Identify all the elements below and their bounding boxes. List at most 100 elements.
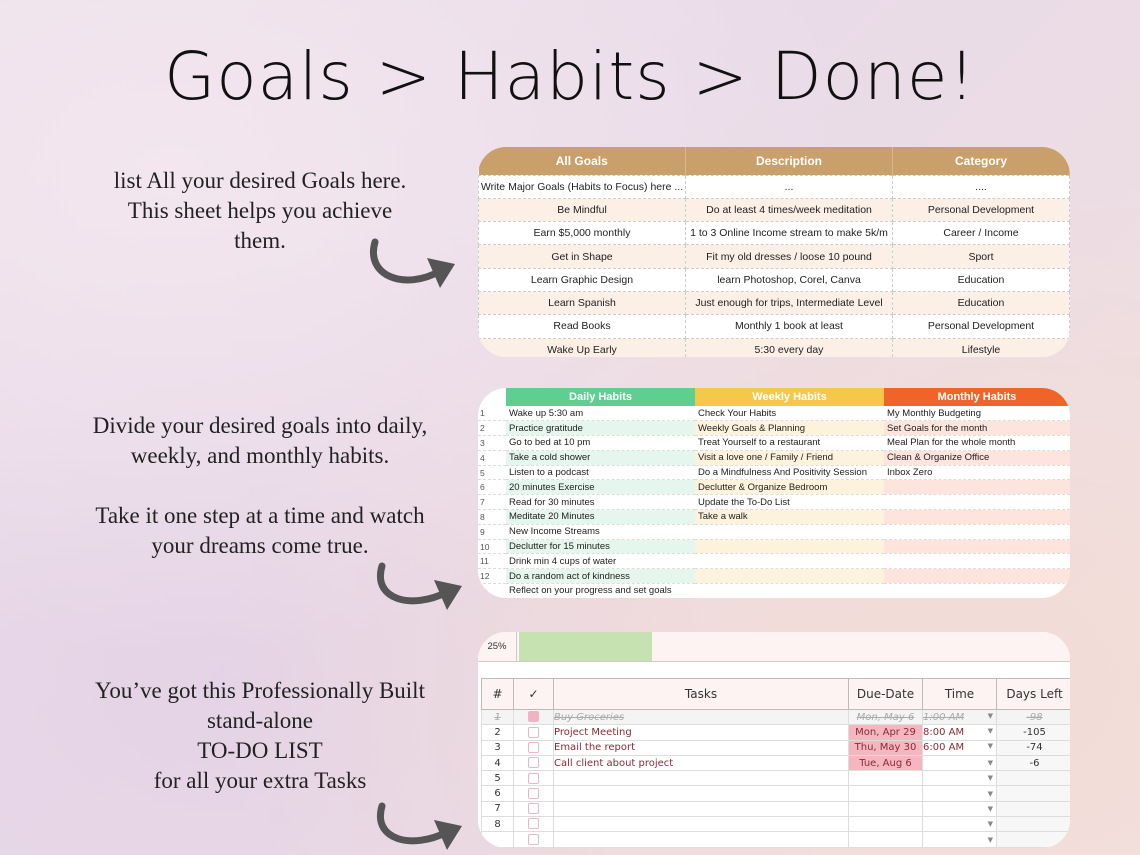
- habit-cell[interactable]: [884, 539, 1070, 555]
- goals-cell[interactable]: Do at least 4 times/week meditation: [685, 197, 893, 223]
- task-checkbox[interactable]: [528, 726, 539, 738]
- habit-cell[interactable]: Set Goals for the month: [884, 420, 1070, 437]
- habit-cell[interactable]: Do a random act of kindness: [506, 568, 695, 585]
- goals-cell[interactable]: Fit my old dresses / loose 10 pound: [685, 244, 893, 269]
- habit-cell[interactable]: [884, 494, 1070, 511]
- goals-cell[interactable]: Learn Spanish: [478, 290, 686, 316]
- time-cell[interactable]: ▼: [922, 800, 997, 818]
- goals-cell[interactable]: 1 to 3 Online Income stream to make 5k/m: [685, 221, 893, 246]
- due-date-cell[interactable]: [848, 831, 923, 848]
- habit-cell[interactable]: Listen to a podcast: [506, 465, 695, 481]
- goals-cell[interactable]: learn Photoshop, Corel, Canva: [685, 267, 893, 292]
- habit-cell[interactable]: Take a walk: [695, 509, 884, 525]
- task-cell[interactable]: Buy Groceries: [553, 708, 849, 726]
- habit-cell[interactable]: My Monthly Budgeting: [884, 406, 1070, 422]
- time-cell[interactable]: 6:00 AM ▼: [922, 739, 997, 756]
- habit-cell[interactable]: Inbox Zero: [884, 465, 1070, 481]
- habit-cell[interactable]: [695, 583, 884, 598]
- habit-cell[interactable]: [884, 568, 1070, 585]
- goals-cell[interactable]: Career / Income: [892, 221, 1070, 246]
- goals-cell[interactable]: Personal Development: [892, 197, 1070, 223]
- habit-cell[interactable]: Update the To-Do List: [695, 494, 884, 511]
- task-checkbox[interactable]: [528, 757, 539, 769]
- goals-cell[interactable]: 5:30 every day: [685, 337, 893, 357]
- goals-cell[interactable]: Wake Up Early: [478, 337, 686, 357]
- habit-cell[interactable]: [884, 479, 1070, 496]
- habit-cell[interactable]: Practice gratitude: [506, 420, 695, 437]
- habit-cell[interactable]: Check Your Habits: [695, 406, 884, 422]
- task-cell[interactable]: [553, 785, 849, 802]
- task-checkbox[interactable]: [528, 803, 539, 815]
- time-cell[interactable]: ▼: [922, 831, 997, 848]
- goals-cell[interactable]: ...: [685, 174, 893, 199]
- task-checkbox[interactable]: [528, 818, 539, 830]
- due-date-cell[interactable]: Tue, Aug 6: [848, 754, 923, 772]
- goals-cell[interactable]: Get in Shape: [478, 244, 686, 269]
- task-cell[interactable]: [553, 816, 849, 833]
- goals-cell[interactable]: Learn Graphic Design: [478, 267, 686, 292]
- goals-cell[interactable]: Education: [892, 267, 1070, 292]
- dropdown-arrow-icon[interactable]: ▼: [988, 727, 993, 735]
- habit-cell[interactable]: 20 minutes Exercise: [506, 479, 695, 496]
- goals-cell[interactable]: Read Books: [478, 314, 686, 339]
- task-cell[interactable]: [553, 831, 849, 848]
- habit-cell[interactable]: [884, 553, 1070, 570]
- habit-cell[interactable]: Treat Yourself to a restaurant: [695, 435, 884, 451]
- task-cell[interactable]: [553, 800, 849, 818]
- due-date-cell[interactable]: [848, 800, 923, 818]
- habit-cell[interactable]: [884, 509, 1070, 525]
- habit-cell[interactable]: Declutter & Organize Bedroom: [695, 479, 884, 496]
- habit-cell[interactable]: New Income Streams: [506, 524, 695, 540]
- due-date-cell[interactable]: [848, 770, 923, 787]
- task-cell[interactable]: Email the report: [553, 739, 849, 756]
- goals-cell[interactable]: Earn $5,000 monthly: [478, 221, 686, 246]
- habit-cell[interactable]: Reflect on your progress and set goals: [506, 583, 695, 598]
- habit-cell[interactable]: Meal Plan for the whole month: [884, 435, 1070, 451]
- task-checkbox[interactable]: [528, 741, 539, 753]
- habit-cell[interactable]: Drink min 4 cups of water: [506, 553, 695, 570]
- dropdown-arrow-icon[interactable]: ▼: [988, 836, 993, 844]
- task-checkbox[interactable]: [528, 787, 539, 799]
- task-checkbox[interactable]: [528, 711, 539, 723]
- time-cell[interactable]: 8:00 AM ▼: [922, 724, 997, 741]
- habit-cell[interactable]: Wake up 5:30 am: [506, 406, 695, 422]
- task-cell[interactable]: Call client about project: [553, 754, 849, 772]
- due-date-cell[interactable]: Mon, May 6: [848, 708, 923, 726]
- due-date-cell[interactable]: Mon, Apr 29: [848, 724, 923, 741]
- habit-cell[interactable]: Meditate 20 Minutes: [506, 509, 695, 525]
- dropdown-arrow-icon[interactable]: ▼: [988, 759, 993, 767]
- habit-cell[interactable]: Weekly Goals & Planning: [695, 420, 884, 437]
- dropdown-arrow-icon[interactable]: ▼: [988, 742, 993, 750]
- goals-cell[interactable]: Sport: [892, 244, 1070, 269]
- habit-cell[interactable]: [884, 524, 1070, 540]
- task-checkbox[interactable]: [528, 833, 539, 845]
- goals-cell[interactable]: Education: [892, 290, 1070, 316]
- goals-cell[interactable]: Lifestyle: [892, 337, 1070, 357]
- habit-cell[interactable]: Read for 30 minutes: [506, 494, 695, 511]
- goals-cell[interactable]: ....: [892, 174, 1070, 199]
- time-cell[interactable]: 1:00 AM ▼: [922, 708, 997, 726]
- due-date-cell[interactable]: Thu, May 30: [848, 739, 923, 756]
- habit-cell[interactable]: [695, 553, 884, 570]
- due-date-cell[interactable]: [848, 816, 923, 833]
- task-cell[interactable]: Project Meeting: [553, 724, 849, 741]
- dropdown-arrow-icon[interactable]: ▼: [988, 805, 993, 813]
- habit-cell[interactable]: Visit a love one / Family / Friend: [695, 450, 884, 466]
- goals-cell[interactable]: Write Major Goals (Habits to Focus) here…: [478, 174, 686, 199]
- task-checkbox[interactable]: [528, 772, 539, 784]
- time-cell[interactable]: ▼: [922, 816, 997, 833]
- goals-cell[interactable]: Monthly 1 book at least: [685, 314, 893, 339]
- habit-cell[interactable]: [695, 568, 884, 585]
- dropdown-arrow-icon[interactable]: ▼: [988, 790, 993, 798]
- habit-cell[interactable]: Clean & Organize Office: [884, 450, 1070, 466]
- goals-cell[interactable]: Just enough for trips, Intermediate Leve…: [685, 290, 893, 316]
- habit-cell[interactable]: Declutter for 15 minutes: [506, 539, 695, 555]
- time-cell[interactable]: ▼: [922, 770, 997, 787]
- habit-cell[interactable]: Go to bed at 10 pm: [506, 435, 695, 451]
- habit-cell[interactable]: [695, 539, 884, 555]
- habit-cell[interactable]: [695, 524, 884, 540]
- habit-cell[interactable]: Take a cold shower: [506, 450, 695, 466]
- goals-cell[interactable]: Personal Development: [892, 314, 1070, 339]
- dropdown-arrow-icon[interactable]: ▼: [988, 774, 993, 782]
- dropdown-arrow-icon[interactable]: ▼: [988, 820, 993, 828]
